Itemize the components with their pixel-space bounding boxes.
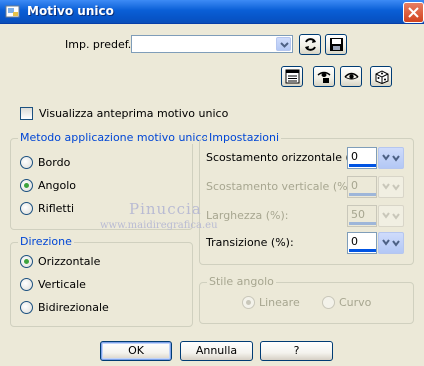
direction-group-title: Direzione <box>18 235 74 248</box>
proof-lock-button[interactable] <box>313 66 335 87</box>
preview-label[interactable]: Visualizza anteprima motivo unico <box>39 107 228 120</box>
preview-checkbox[interactable] <box>20 107 33 120</box>
cancel-button[interactable]: Annulla <box>180 341 253 361</box>
close-button[interactable] <box>403 2 424 23</box>
transition-label: Transizione (%): <box>206 236 294 249</box>
radio-bidirezionale[interactable] <box>20 301 33 314</box>
radio-orizzontale-label[interactable]: Orizzontale <box>38 255 100 268</box>
method-group-title: Metodo applicazione motivo unico <box>18 131 211 144</box>
h-offset-spinner[interactable]: 0 <box>347 147 404 169</box>
radio-rifletti-label[interactable]: Rifletti <box>38 202 74 215</box>
radio-verticale[interactable] <box>20 278 33 291</box>
radio-orizzontale[interactable] <box>20 255 33 268</box>
radio-curvo-label: Curvo <box>339 296 372 309</box>
v-offset-stepper <box>378 176 404 198</box>
radio-curvo <box>322 296 335 309</box>
save-preset-button[interactable] <box>325 34 347 55</box>
width-label: Larghezza (%): <box>206 209 289 222</box>
radio-bordo-label[interactable]: Bordo <box>38 156 70 169</box>
preset-label: Imp. predef.: <box>65 38 135 51</box>
radio-verticale-label[interactable]: Verticale <box>38 278 86 291</box>
v-offset-value: 0 <box>351 179 358 192</box>
proof-button[interactable] <box>340 66 362 87</box>
radio-bordo[interactable] <box>20 156 33 169</box>
width-spinner: 50 <box>347 205 404 227</box>
transition-spinner[interactable]: 0 <box>347 232 404 254</box>
radio-bidirezionale-label[interactable]: Bidirezionale <box>38 301 109 314</box>
width-input: 50 <box>347 205 377 227</box>
width-value: 50 <box>351 208 365 221</box>
preset-dropdown-arrow[interactable] <box>276 37 291 51</box>
h-offset-value: 0 <box>351 150 358 163</box>
width-stepper <box>378 205 404 227</box>
transition-stepper[interactable] <box>378 232 404 254</box>
v-offset-input: 0 <box>347 176 377 198</box>
title-bar[interactable]: Motivo unico <box>0 0 424 24</box>
h-offset-stepper[interactable] <box>378 147 404 169</box>
transition-value: 0 <box>351 235 358 248</box>
help-button[interactable]: ? <box>260 341 333 361</box>
radio-lineare <box>242 296 255 309</box>
v-offset-spinner: 0 <box>347 176 404 198</box>
window-title: Motivo unico <box>27 4 114 18</box>
app-icon <box>5 4 21 19</box>
h-offset-input[interactable]: 0 <box>347 147 377 169</box>
h-offset-label: Scostamento orizzontale (%): <box>206 151 369 164</box>
list-button[interactable] <box>281 66 303 87</box>
watermark-url: www.maidiregrafica.eu <box>100 220 218 231</box>
v-offset-label: Scostamento verticale (%): <box>206 180 356 193</box>
radio-lineare-label: Lineare <box>259 296 300 309</box>
randomize-button[interactable] <box>370 66 392 87</box>
settings-group-title: Impostazioni <box>207 131 282 144</box>
radio-rifletti[interactable] <box>20 202 33 215</box>
preset-dropdown[interactable] <box>131 35 293 53</box>
watermark-name: Pinuccia <box>129 200 202 218</box>
radio-angolo-label[interactable]: Angolo <box>38 179 76 192</box>
corner-style-group-title: Stile angolo <box>207 275 276 288</box>
transition-input[interactable]: 0 <box>347 232 377 254</box>
reset-button[interactable] <box>299 34 321 55</box>
corner-style-group: Stile angolo <box>199 275 414 324</box>
ok-button[interactable]: OK <box>100 341 172 361</box>
radio-angolo[interactable] <box>20 179 33 192</box>
